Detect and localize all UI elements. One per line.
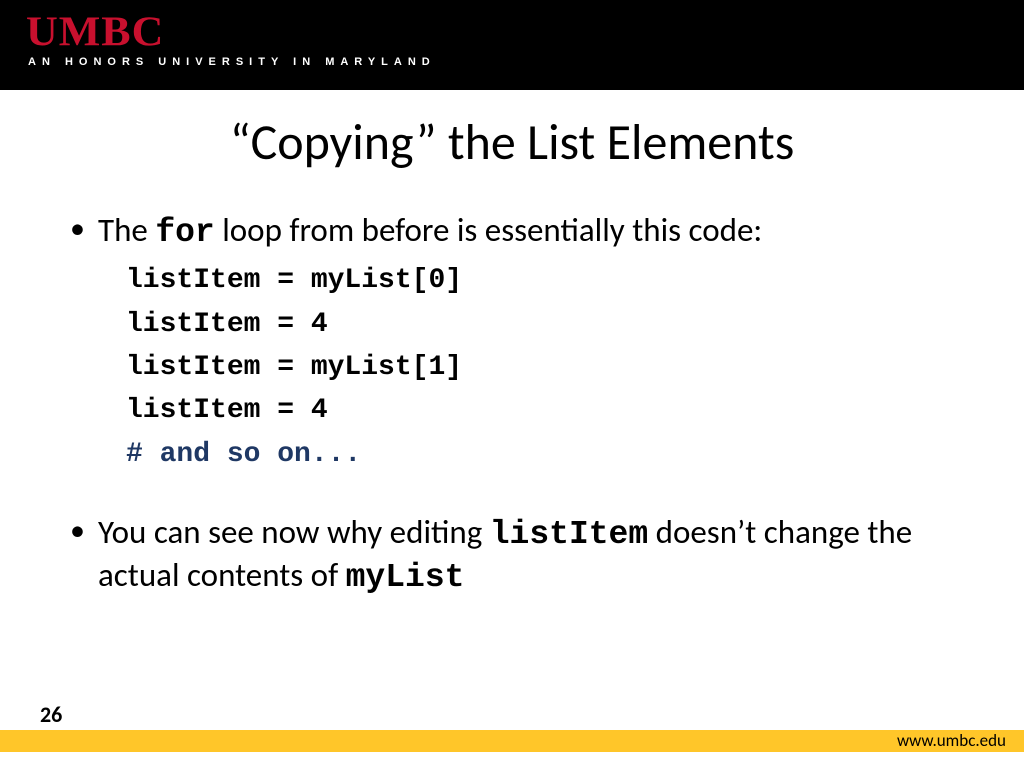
code-line-5-comment: # and so on... — [126, 433, 974, 476]
umbc-logo: UMBC — [26, 7, 164, 55]
code-line-4: listItem = 4 — [126, 389, 974, 432]
slide-body: The for loop from before is essentially … — [70, 210, 974, 605]
tagline: AN HONORS UNIVERSITY IN MARYLAND — [28, 56, 436, 68]
bullet-1: The for loop from before is essentially … — [70, 210, 974, 476]
bullet-2-p1: You can see now why editing — [98, 512, 490, 552]
bullet-2-m2: myList — [346, 559, 465, 596]
slide: UMBC AN HONORS UNIVERSITY IN MARYLAND “C… — [0, 0, 1024, 768]
bullet-2: You can see now why editing listItem doe… — [70, 512, 974, 599]
footer-url: www.umbc.edu — [897, 730, 1006, 751]
code-line-1: listItem = myList[0] — [126, 259, 974, 302]
code-line-3: listItem = myList[1] — [126, 346, 974, 389]
bullet-1-pre: The — [98, 210, 155, 250]
bullet-2-m1: listItem — [490, 516, 648, 553]
bullet-1-post: loop from before is essentially this cod… — [215, 210, 762, 250]
bullet-1-mono: for — [155, 214, 214, 251]
page-number: 26 — [40, 701, 62, 728]
header-bar: UMBC AN HONORS UNIVERSITY IN MARYLAND — [0, 0, 1024, 90]
code-line-2: listItem = 4 — [126, 303, 974, 346]
footer-bar — [0, 730, 1024, 752]
code-block: listItem = myList[0] listItem = 4 listIt… — [126, 259, 974, 476]
slide-title: “Copying” the List Elements — [0, 112, 1024, 173]
